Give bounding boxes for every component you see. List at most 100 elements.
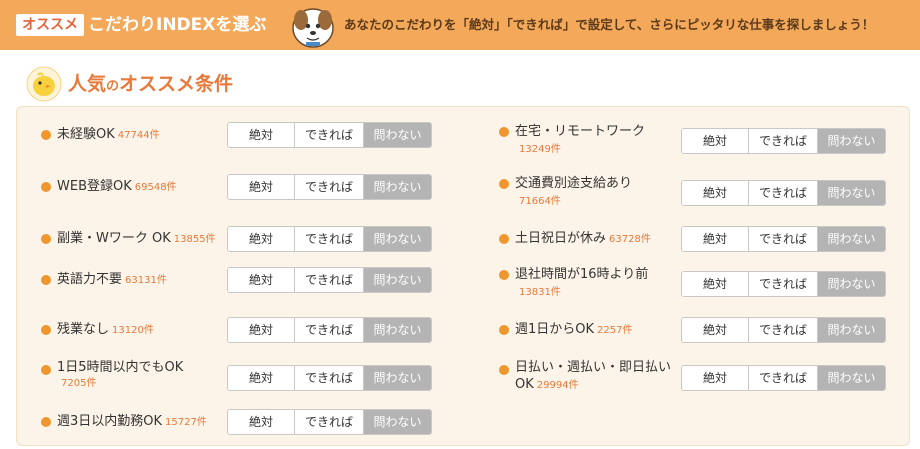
option-absolute-button[interactable]: 絶対 <box>682 366 749 390</box>
condition-count: 63131件 <box>125 275 167 286</box>
option-any-button[interactable]: 問わない <box>364 366 431 390</box>
option-absolute-button[interactable]: 絶対 <box>228 366 295 390</box>
option-preferably-button[interactable]: できれば <box>749 129 818 153</box>
condition-label: 土日祝日が休み 63728件 <box>515 230 651 248</box>
section-title-part1: 人気 <box>68 73 107 95</box>
option-preferably-button[interactable]: できれば <box>749 227 818 251</box>
option-preferably-button[interactable]: できれば <box>749 318 818 342</box>
option-absolute-button[interactable]: 絶対 <box>228 268 295 292</box>
condition-label: 副業・Wワーク OK 13855件 <box>57 230 216 248</box>
preference-selector: 絶対 できれば 問わない <box>681 226 886 252</box>
condition-count: 29994件 <box>536 380 579 391</box>
condition-name: OK <box>515 377 534 392</box>
preference-selector: 絶対 できれば 問わない <box>681 271 886 297</box>
condition-name: 未経験OK <box>57 127 115 142</box>
condition-count: 7205件 <box>61 378 97 389</box>
condition-count: 15727件 <box>165 417 207 428</box>
option-any-button[interactable]: 問わない <box>818 366 885 390</box>
condition-label: 残業なし 13120件 <box>57 321 154 339</box>
bullet-icon <box>499 325 509 335</box>
chick-icon <box>26 66 62 102</box>
bullet-icon <box>41 234 51 244</box>
preference-selector: 絶対 できれば 問わない <box>681 365 886 391</box>
section-title-part3: オススメ条件 <box>119 73 234 95</box>
preference-selector: 絶対 できれば 問わない <box>227 317 432 343</box>
top-banner: オススメ こだわりINDEXを選ぶ あなたのこだわりを「絶対」「できれば」で設定… <box>0 0 920 50</box>
condition-row: 英語力不要 63131件 絶対 できれば 問わない <box>41 267 441 307</box>
condition-count: 71664件 <box>519 196 561 207</box>
condition-name: 残業なし <box>57 322 110 337</box>
bullet-icon <box>499 270 509 280</box>
option-any-button[interactable]: 問わない <box>818 272 885 296</box>
bullet-icon <box>41 365 51 375</box>
preference-selector: 絶対 できれば 問わない <box>227 365 432 391</box>
option-preferably-button[interactable]: できれば <box>749 181 818 205</box>
option-absolute-button[interactable]: 絶対 <box>228 227 295 251</box>
bullet-icon <box>41 417 51 427</box>
option-absolute-button[interactable]: 絶対 <box>228 410 295 434</box>
option-absolute-button[interactable]: 絶対 <box>228 123 295 147</box>
option-preferably-button[interactable]: できれば <box>295 366 364 390</box>
option-preferably-button[interactable]: できれば <box>749 366 818 390</box>
option-preferably-button[interactable]: できれば <box>295 175 364 199</box>
condition-row: 退社時間が16時より前 13831件 絶対 できれば 問わない <box>499 264 899 304</box>
condition-name: 週3日以内勤務OK <box>57 414 163 429</box>
condition-label: 退社時間が16時より前 <box>515 267 649 282</box>
bullet-icon <box>41 182 51 192</box>
bullet-icon <box>41 325 51 335</box>
preference-selector: 絶対 できれば 問わない <box>227 174 432 200</box>
condition-count: 69548件 <box>134 182 177 193</box>
option-any-button[interactable]: 問わない <box>364 268 431 292</box>
condition-name: 土日祝日が休み <box>515 231 607 246</box>
condition-label: WEB登録OK 69548件 <box>57 178 177 196</box>
dog-mascot-icon <box>292 8 334 48</box>
option-preferably-button[interactable]: できれば <box>295 318 364 342</box>
preference-selector: 絶対 できれば 問わない <box>227 122 432 148</box>
condition-row: 1日5時間以内でもOK 7205件 絶対 できれば 問わない <box>41 357 441 397</box>
condition-row: 未経験OK 47744件 絶対 できれば 問わない <box>41 122 441 162</box>
condition-row: 交通費別途支給あり 71664件 絶対 できれば 問わない <box>499 173 899 213</box>
banner-message: あなたのこだわりを「絶対」「できれば」で設定して、さらにピッタリな仕事を探しまし… <box>344 17 875 32</box>
preference-selector: 絶対 できれば 問わない <box>681 180 886 206</box>
condition-row: 在宅・リモートワーク 13249件 絶対 できれば 問わない <box>499 121 899 161</box>
option-any-button[interactable]: 問わない <box>364 123 431 147</box>
condition-row: 副業・Wワーク OK 13855件 絶対 できれば 問わない <box>41 226 441 266</box>
condition-label: 交通費別途支給あり <box>515 176 633 191</box>
option-preferably-button[interactable]: できれば <box>295 268 364 292</box>
option-any-button[interactable]: 問わない <box>364 318 431 342</box>
option-preferably-button[interactable]: できれば <box>295 123 364 147</box>
bullet-icon <box>499 234 509 244</box>
option-absolute-button[interactable]: 絶対 <box>682 227 749 251</box>
option-absolute-button[interactable]: 絶対 <box>228 175 295 199</box>
condition-row: 週3日以内勤務OK 15727件 絶対 できれば 問わない <box>41 409 441 449</box>
condition-label-line1: 日払い・週払い・即日払い <box>515 360 672 375</box>
option-preferably-button[interactable]: できれば <box>749 272 818 296</box>
condition-row: 残業なし 13120件 絶対 できれば 問わない <box>41 317 441 357</box>
bullet-icon <box>499 127 509 137</box>
preference-selector: 絶対 できれば 問わない <box>227 226 432 252</box>
condition-label: 英語力不要 63131件 <box>57 271 167 289</box>
recommend-badge: オススメ <box>16 14 84 36</box>
option-absolute-button[interactable]: 絶対 <box>682 272 749 296</box>
option-any-button[interactable]: 問わない <box>364 410 431 434</box>
condition-name: 週1日からOK <box>515 322 595 337</box>
condition-label-line2: OK 29994件 <box>515 376 579 394</box>
option-any-button[interactable]: 問わない <box>818 318 885 342</box>
option-absolute-button[interactable]: 絶対 <box>682 129 749 153</box>
option-preferably-button[interactable]: できれば <box>295 227 364 251</box>
option-absolute-button[interactable]: 絶対 <box>682 318 749 342</box>
condition-name: 英語力不要 <box>57 272 123 287</box>
section-title: 人気のオススメ条件 <box>68 72 233 99</box>
banner-title: こだわりINDEXを選ぶ <box>88 15 267 35</box>
condition-label: 1日5時間以内でもOK <box>57 360 184 375</box>
option-preferably-button[interactable]: できれば <box>295 410 364 434</box>
bullet-icon <box>41 130 51 140</box>
option-any-button[interactable]: 問わない <box>818 227 885 251</box>
option-any-button[interactable]: 問わない <box>364 227 431 251</box>
option-any-button[interactable]: 問わない <box>364 175 431 199</box>
condition-row: 週1日からOK 2257件 絶対 できれば 問わない <box>499 317 899 357</box>
option-any-button[interactable]: 問わない <box>818 129 885 153</box>
option-absolute-button[interactable]: 絶対 <box>682 181 749 205</box>
option-any-button[interactable]: 問わない <box>818 181 885 205</box>
option-absolute-button[interactable]: 絶対 <box>228 318 295 342</box>
